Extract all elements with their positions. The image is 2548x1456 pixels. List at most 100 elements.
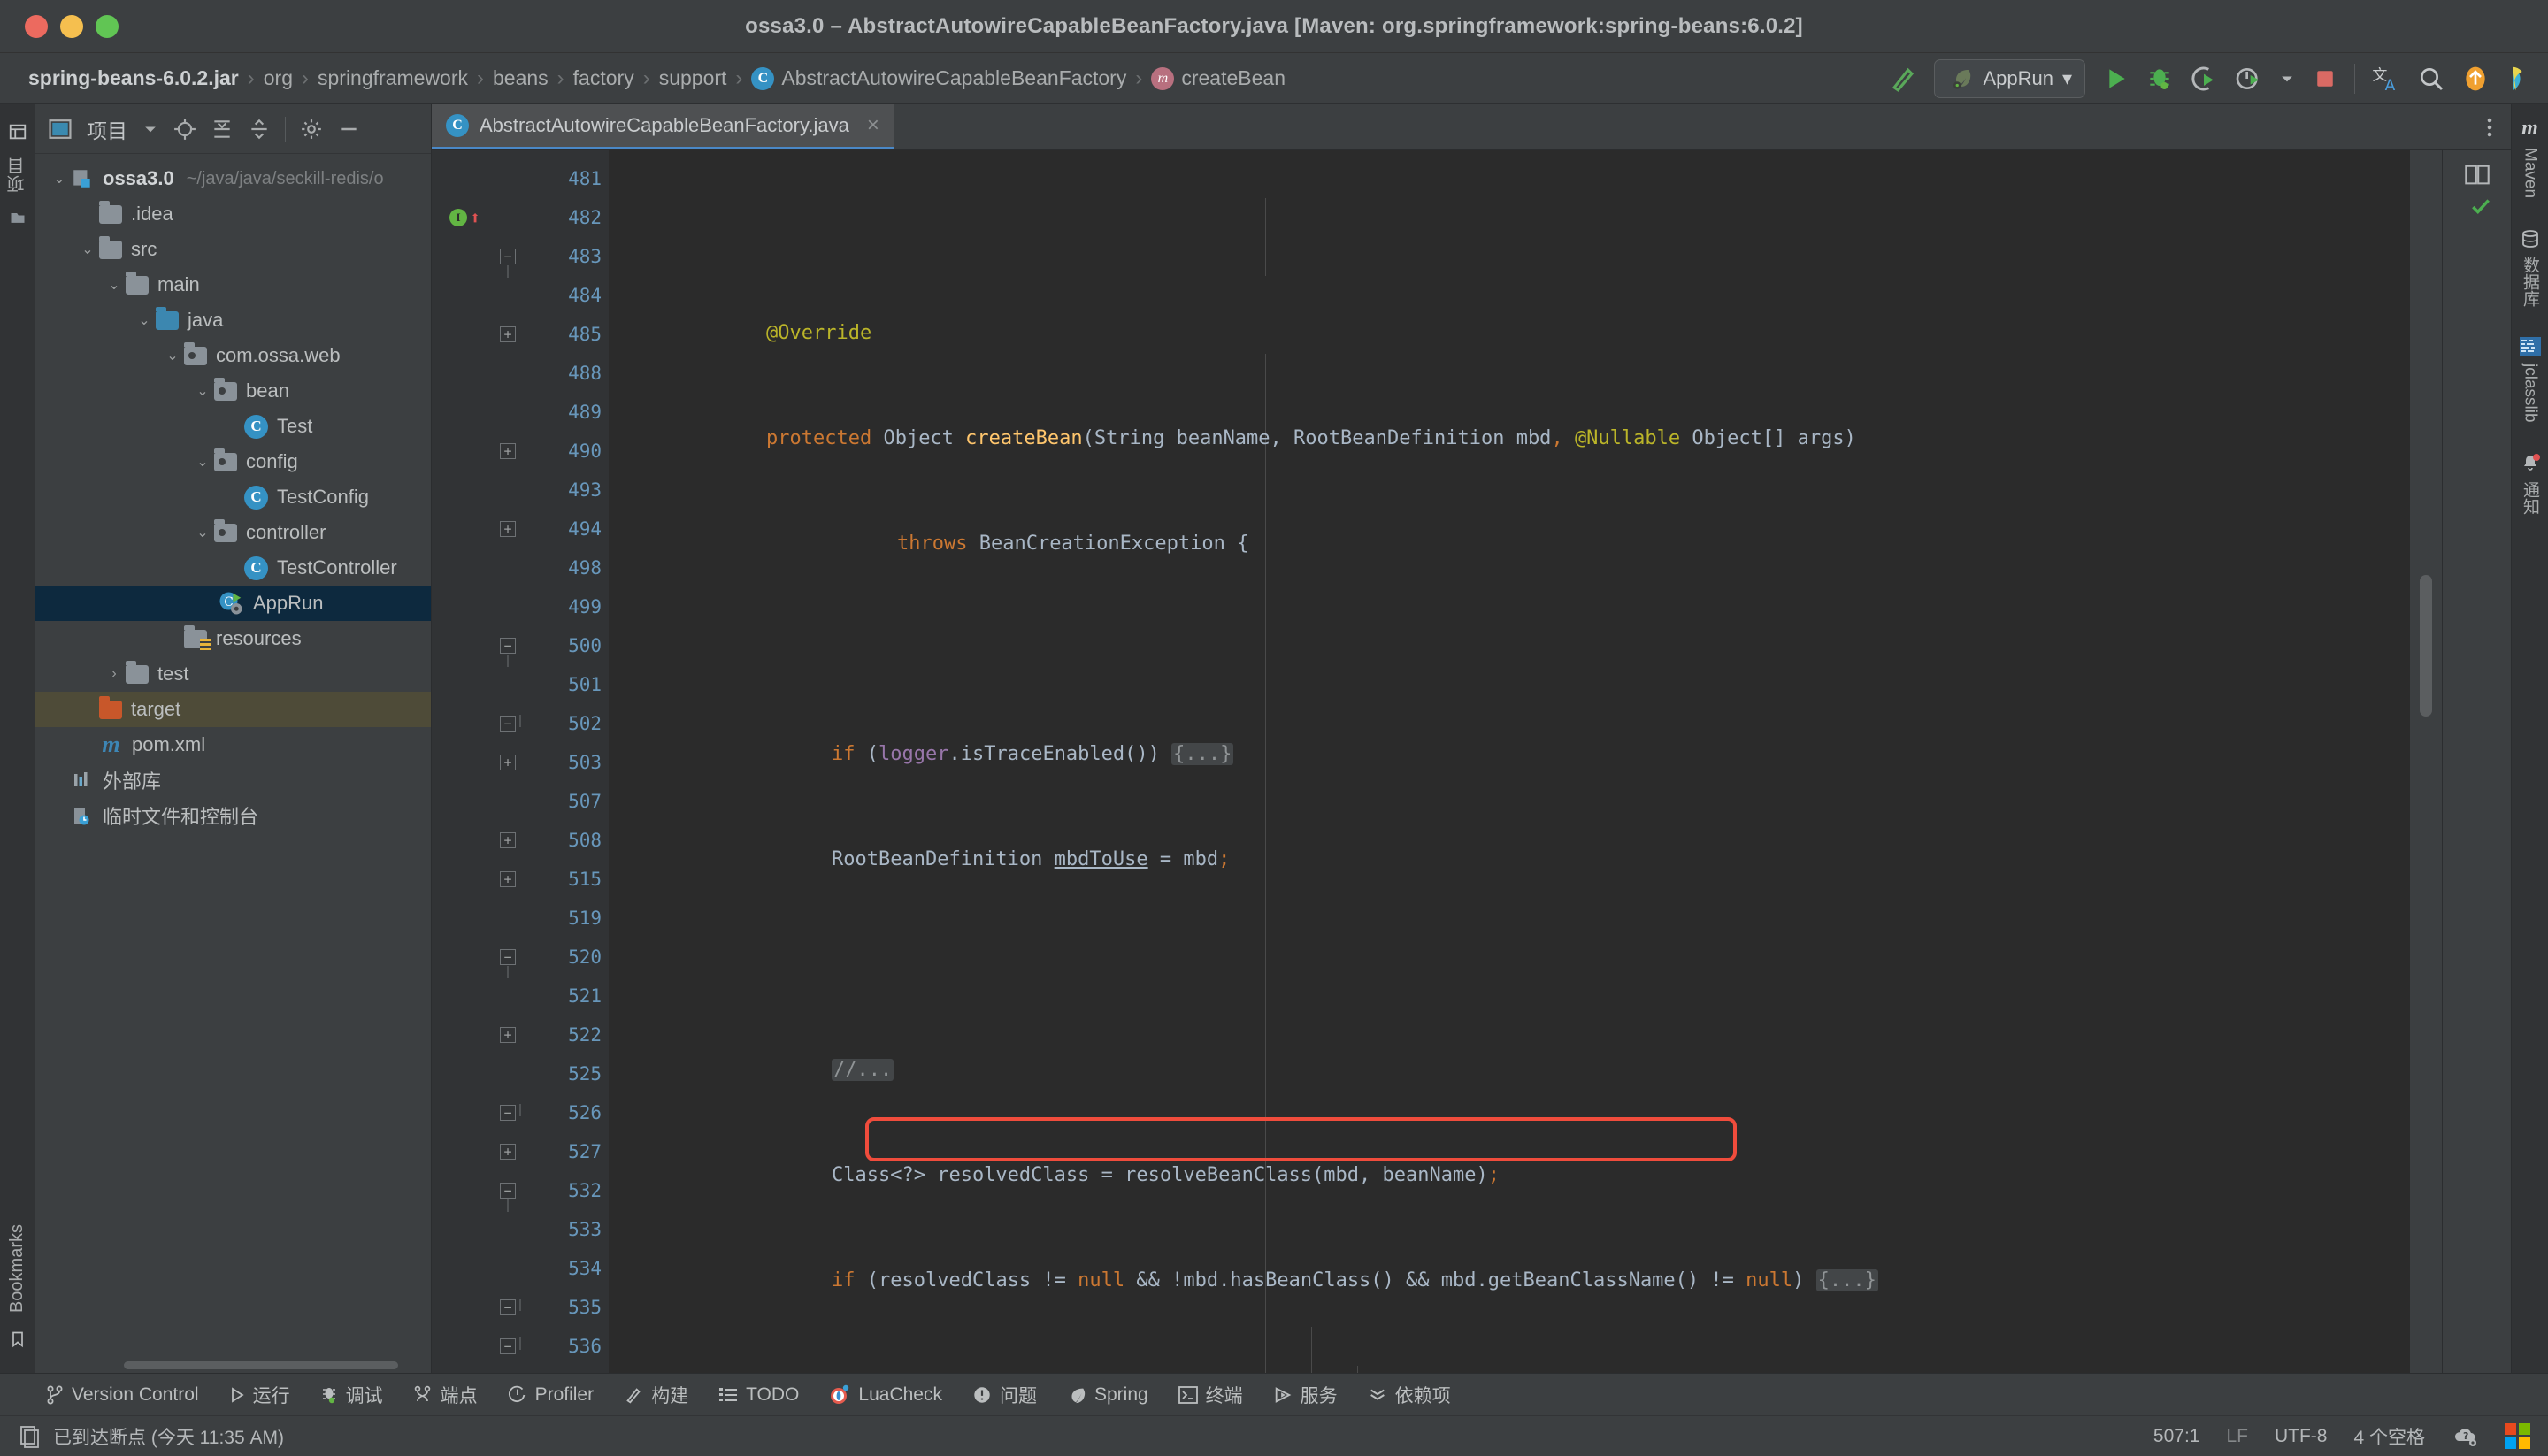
toolwindow-profiler[interactable]: Profiler: [497, 1381, 605, 1409]
toolwindow-run[interactable]: 运行: [219, 1378, 301, 1412]
tree-item-ossa3[interactable]: ⌄ ossa3.0 ~/java/java/seckill-redis/o: [35, 161, 431, 196]
fold-collapse-icon[interactable]: −: [500, 949, 516, 965]
hide-icon[interactable]: [337, 118, 360, 141]
breadcrumb-item-springframework[interactable]: springframework: [311, 65, 475, 92]
tree-expander[interactable]: ⌄: [191, 524, 214, 541]
fold-expand-icon[interactable]: +: [500, 871, 516, 887]
close-icon[interactable]: ×: [867, 113, 879, 138]
project-view-icon[interactable]: [48, 119, 73, 140]
tree-item-bean[interactable]: ⌄ bean: [35, 373, 431, 409]
tree-expander[interactable]: ⌄: [103, 276, 126, 294]
close-window-button[interactable]: [25, 14, 48, 38]
update-icon[interactable]: [2461, 65, 2490, 93]
line-separator[interactable]: LF: [2226, 1426, 2248, 1447]
caret-position[interactable]: 507:1: [2153, 1426, 2200, 1447]
fold-collapse-icon[interactable]: −: [500, 1338, 516, 1354]
zoom-window-button[interactable]: [96, 14, 119, 38]
toolwindow-dependencies[interactable]: 依赖项: [1357, 1378, 1462, 1412]
tree-item-external-libraries[interactable]: 外部库: [35, 762, 431, 798]
breadcrumb-item-jar[interactable]: spring-beans-6.0.2.jar: [21, 65, 246, 92]
code-line[interactable]: protected Object createBean(String beanN…: [609, 419, 2410, 458]
tree-item-idea[interactable]: .idea: [35, 196, 431, 232]
windows-logo-icon[interactable]: [2505, 1423, 2530, 1449]
editor-viewport[interactable]: 481 I ⬆ 482 − 483 484 +485 488 489 +490 4…: [432, 150, 2511, 1373]
tree-item-pom[interactable]: m pom.xml: [35, 727, 431, 762]
cloud-settings-icon[interactable]: ?: [2452, 1425, 2478, 1448]
code-fold-placeholder[interactable]: {...}: [1171, 743, 1234, 765]
commit-icon[interactable]: [8, 209, 27, 226]
fold-expand-icon[interactable]: +: [500, 755, 516, 770]
code-line[interactable]: [609, 946, 2410, 985]
debug-icon[interactable]: [2145, 65, 2174, 93]
toolwindow-services[interactable]: 服务: [1262, 1378, 1348, 1412]
run-with-coverage-icon[interactable]: [2190, 65, 2218, 93]
chevron-down-icon[interactable]: [142, 120, 159, 138]
bookmarks-icon[interactable]: [9, 1329, 27, 1350]
build-hammer-icon[interactable]: [1888, 64, 1918, 94]
editor-gutter[interactable]: 481 I ⬆ 482 − 483 484 +485 488 489 +490 4…: [432, 150, 609, 1373]
breadcrumb-item-support[interactable]: support: [652, 65, 734, 92]
editor-vertical-scrollbar[interactable]: [2420, 575, 2432, 717]
code-line[interactable]: [609, 1367, 2410, 1373]
editor-marker-gutter[interactable]: [2410, 150, 2442, 1373]
fold-collapse-icon[interactable]: −: [500, 1183, 516, 1199]
project-icon[interactable]: [8, 122, 27, 142]
fold-expand-icon[interactable]: +: [500, 326, 516, 342]
tree-expander[interactable]: ⌄: [161, 347, 184, 364]
code-fold-placeholder[interactable]: {...}: [1815, 1269, 1878, 1291]
tree-expander[interactable]: ⌄: [76, 241, 99, 258]
toolwindow-debug[interactable]: 调试: [310, 1378, 394, 1412]
code-line[interactable]: throws BeanCreationException {: [609, 525, 2410, 563]
locate-icon[interactable]: [173, 118, 196, 141]
code-line[interactable]: RootBeanDefinition mbdToUse = mbd;: [609, 840, 2410, 879]
tree-item-testcontroller[interactable]: C TestController: [35, 550, 431, 586]
breadcrumb-item-factory[interactable]: factory: [566, 65, 641, 92]
right-strip-item-jclasslib[interactable]: jclasslib: [2519, 337, 2541, 423]
tree-item-controller[interactable]: ⌄ controller: [35, 515, 431, 550]
search-icon[interactable]: [2417, 65, 2445, 93]
tree-item-test-class[interactable]: C Test: [35, 409, 431, 444]
project-tree[interactable]: ⌄ ossa3.0 ~/java/java/seckill-redis/o .i…: [35, 154, 431, 1357]
code-fold-placeholder[interactable]: //...: [832, 1059, 894, 1081]
breadcrumb-item-beans[interactable]: beans: [486, 65, 556, 92]
memory-indicator-icon[interactable]: [19, 1425, 41, 1448]
code-line[interactable]: Class<?> resolvedClass = resolveBeanClas…: [609, 1156, 2410, 1195]
settings-gear-icon[interactable]: [300, 118, 323, 141]
tree-item-target[interactable]: target: [35, 692, 431, 727]
code-line[interactable]: [609, 630, 2410, 669]
tree-item-config[interactable]: ⌄ config: [35, 444, 431, 479]
minimize-window-button[interactable]: [60, 14, 83, 38]
tree-item-src[interactable]: ⌄ src: [35, 232, 431, 267]
tree-expander[interactable]: ⌄: [191, 453, 214, 471]
tree-item-java[interactable]: ⌄ java: [35, 303, 431, 338]
toolwindow-problems[interactable]: 问题: [962, 1378, 1048, 1412]
code-line[interactable]: if (logger.isTraceEnabled()) {...}: [609, 735, 2410, 774]
left-strip-label-bookmarks[interactable]: Bookmarks: [7, 1224, 27, 1313]
tree-expander[interactable]: ⌄: [191, 382, 214, 400]
fold-collapse-icon[interactable]: −: [500, 716, 516, 732]
code-line[interactable]: //...: [609, 1051, 2410, 1090]
code-text-area[interactable]: @Override protected Object createBean(St…: [609, 150, 2410, 1373]
no-problems-checkmark-icon[interactable]: [2467, 195, 2494, 218]
fold-collapse-icon[interactable]: −: [500, 249, 516, 264]
toolwindow-build[interactable]: 构建: [613, 1378, 699, 1412]
tree-expander[interactable]: ›: [103, 666, 126, 682]
tree-item-com-ossa-web[interactable]: ⌄ com.ossa.web: [35, 338, 431, 373]
project-tree-hscrollbar[interactable]: [35, 1357, 431, 1373]
more-options-icon[interactable]: [2486, 114, 2493, 141]
fold-expand-icon[interactable]: +: [500, 832, 516, 848]
breadcrumb-item-org[interactable]: org: [257, 65, 300, 92]
fold-expand-icon[interactable]: +: [500, 521, 516, 537]
toolwindow-terminal[interactable]: 终端: [1168, 1378, 1254, 1412]
editor-tab[interactable]: C AbstractAutowireCapableBeanFactory.jav…: [432, 104, 894, 149]
toolwindow-todo[interactable]: TODO: [708, 1381, 810, 1409]
expand-all-icon[interactable]: [211, 118, 234, 141]
toolwindow-spring[interactable]: Spring: [1056, 1381, 1159, 1409]
translate-icon[interactable]: 文 A: [2371, 64, 2401, 94]
tree-item-testconfig[interactable]: C TestConfig: [35, 479, 431, 515]
fold-expand-icon[interactable]: +: [500, 1027, 516, 1043]
toolwindow-endpoints[interactable]: 端点: [403, 1378, 488, 1412]
tree-item-main[interactable]: ⌄ main: [35, 267, 431, 303]
code-line[interactable]: @Override: [609, 314, 2410, 353]
breadcrumb-item-method[interactable]: m createBean: [1144, 65, 1293, 92]
